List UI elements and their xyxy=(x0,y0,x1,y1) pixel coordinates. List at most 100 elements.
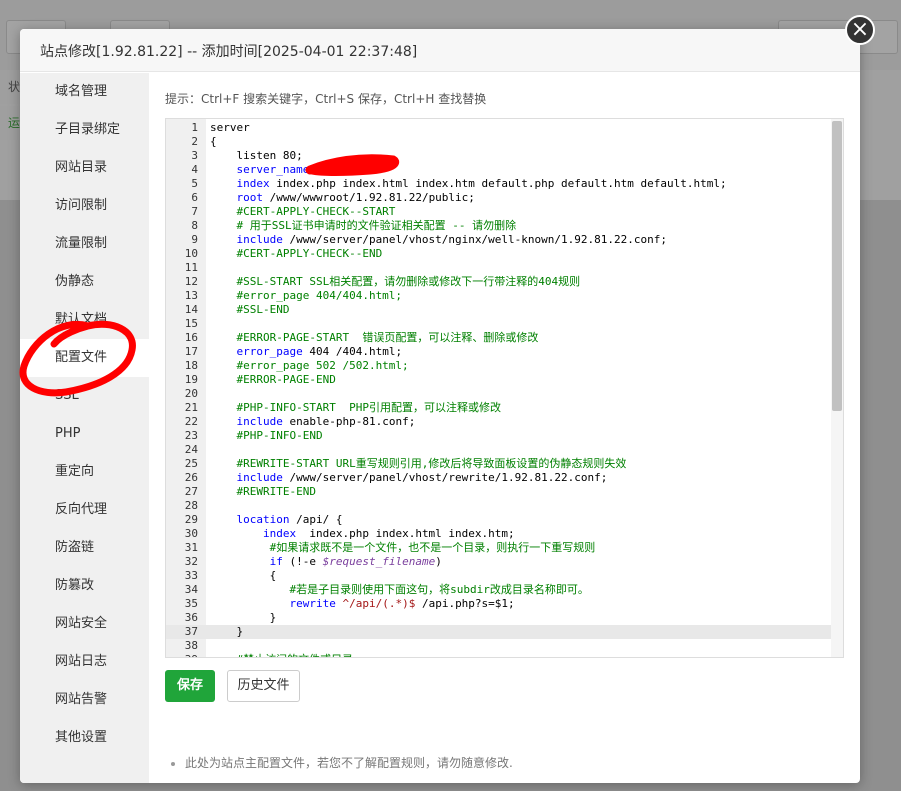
code-text: #SSL-START SSL相关配置，请勿删除或修改下一行带注释的404规则 xyxy=(210,275,581,288)
code-text: #PHP-INFO-END xyxy=(210,429,323,442)
code-line[interactable]: 32 if (!-e $request_filename) xyxy=(166,555,831,569)
code-text: #CERT-APPLY-CHECK--END xyxy=(210,247,383,260)
sidebar-item[interactable]: 流量限制 xyxy=(20,225,149,263)
line-number: 30 xyxy=(184,527,198,540)
code-line[interactable]: 4 server_name xyxy=(166,163,831,177)
close-icon[interactable]: × xyxy=(845,15,875,45)
code-text: #ERROR-PAGE-START 错误页配置，可以注释、删除或修改 xyxy=(210,331,539,344)
code-line[interactable]: 21 #PHP-INFO-START PHP引用配置，可以注释或修改 xyxy=(166,401,831,415)
line-number: 10 xyxy=(184,247,198,260)
sidebar-item[interactable]: SSL xyxy=(20,377,149,415)
background-header-label: 状 xyxy=(0,70,20,104)
code-editor[interactable]: 1 server 2{3 listen 80; 4 server_name 5 ind… xyxy=(165,118,844,658)
code-line[interactable]: 7 #CERT-APPLY-CHECK--START xyxy=(166,205,831,219)
code-line[interactable]: 10 #CERT-APPLY-CHECK--END xyxy=(166,247,831,261)
code-line[interactable]: 5 index index.php index.html index.htm d… xyxy=(166,177,831,191)
code-line[interactable]: 25 #REWRITE-START URL重写规则引用,修改后将导致面板设置的伪… xyxy=(166,457,831,471)
editor-hint: 提示：Ctrl+F 搜索关键字，Ctrl+S 保存，Ctrl+H 查找替换 xyxy=(165,92,487,106)
history-files-button[interactable]: 历史文件 xyxy=(227,670,300,702)
code-line[interactable]: 9 include /www/server/panel/vhost/nginx/… xyxy=(166,233,831,247)
editor-scrollbar[interactable] xyxy=(831,119,843,657)
code-line[interactable]: 35 rewrite ^/api/(.*)$ /api.php?s=$1; xyxy=(166,597,831,611)
sidebar-item[interactable]: 网站安全 xyxy=(20,605,149,643)
line-number: 11 xyxy=(184,261,198,274)
sidebar-item[interactable]: 重定向 xyxy=(20,453,149,491)
code-text: #CERT-APPLY-CHECK--START xyxy=(210,205,396,218)
line-number: 28 xyxy=(184,499,198,512)
sidebar-item[interactable]: 伪静态 xyxy=(20,263,149,301)
code-text: listen 80; xyxy=(210,149,303,162)
code-line[interactable]: 11 xyxy=(166,261,831,275)
code-line[interactable]: 13 #error_page 404/404.html; xyxy=(166,289,831,303)
line-number: 25 xyxy=(184,457,198,470)
sidebar-item[interactable]: 网站告警 xyxy=(20,681,149,719)
sidebar-item[interactable]: 反向代理 xyxy=(20,491,149,529)
background-status-label: 运 xyxy=(0,106,20,140)
code-line[interactable]: 36 } xyxy=(166,611,831,625)
code-text: index index.php index.html index.htm; xyxy=(262,527,515,540)
sidebar-item[interactable]: 网站目录 xyxy=(20,149,149,187)
code-text: if (!-e $request_filename) xyxy=(269,555,442,568)
code-text: #若是子目录则使用下面这句，将subdir改成目录名称即可。 xyxy=(210,583,589,596)
code-line[interactable]: 39 #禁止访问的文件或目录 xyxy=(166,653,831,657)
sidebar-item[interactable]: 防篡改 xyxy=(20,567,149,605)
code-area[interactable]: 1 server 2{3 listen 80; 4 server_name 5 ind… xyxy=(166,121,831,657)
code-line[interactable]: 30 index index.php index.html index.htm; xyxy=(166,527,831,541)
line-number: 9 xyxy=(191,233,198,246)
code-line[interactable]: 14 #SSL-END xyxy=(166,303,831,317)
line-number: 33 xyxy=(184,569,198,582)
code-line[interactable]: 37 } xyxy=(166,625,831,639)
code-line[interactable]: 20 xyxy=(166,387,831,401)
line-number: 12 xyxy=(184,275,198,288)
code-line[interactable]: 24 xyxy=(166,443,831,457)
code-line[interactable]: 29 location /api/ { xyxy=(166,513,831,527)
line-number: 15 xyxy=(184,317,198,330)
code-line[interactable]: 16 #ERROR-PAGE-START 错误页配置，可以注释、删除或修改 xyxy=(166,331,831,345)
sidebar-item[interactable]: 配置文件 xyxy=(20,339,149,377)
code-line[interactable]: 17 error_page 404 /404.html; xyxy=(166,345,831,359)
code-line[interactable]: 6 root /www/wwwroot/1.92.81.22/public; xyxy=(166,191,831,205)
code-line[interactable]: 28 xyxy=(166,499,831,513)
code-line[interactable]: 23 #PHP-INFO-END xyxy=(166,429,831,443)
code-line[interactable]: 12 #SSL-START SSL相关配置，请勿删除或修改下一行带注释的404规… xyxy=(166,275,831,289)
line-number: 24 xyxy=(184,443,198,456)
code-line[interactable]: 34 #若是子目录则使用下面这句，将subdir改成目录名称即可。 xyxy=(166,583,831,597)
code-line[interactable]: 15 xyxy=(166,317,831,331)
code-line[interactable]: 2{ xyxy=(166,135,831,149)
sidebar-item[interactable]: 其他设置 xyxy=(20,719,149,757)
save-button[interactable]: 保存 xyxy=(165,670,215,702)
line-number: 5 xyxy=(191,177,198,190)
line-number: 34 xyxy=(184,583,198,596)
sidebar-item[interactable]: PHP xyxy=(20,415,149,453)
code-text: server_name xyxy=(236,163,310,176)
line-number: 26 xyxy=(184,471,198,484)
editor-scrollbar-thumb[interactable] xyxy=(832,121,842,411)
sidebar-item[interactable]: 子目录绑定 xyxy=(20,111,149,149)
line-number: 8 xyxy=(191,219,198,232)
code-line[interactable]: 1 server xyxy=(166,121,831,135)
sidebar-item[interactable]: 域名管理 xyxy=(20,73,149,111)
line-number: 4 xyxy=(191,163,198,176)
sidebar-item[interactable]: 防盗链 xyxy=(20,529,149,567)
code-text: rewrite ^/api/(.*)$ /api.php?s=$1; xyxy=(289,597,515,610)
code-text: include /www/server/panel/vhost/rewrite/… xyxy=(236,471,608,484)
sidebar-item[interactable]: 访问限制 xyxy=(20,187,149,225)
code-line[interactable]: 33 { xyxy=(166,569,831,583)
code-line[interactable]: 18 #error_page 502 /502.html; xyxy=(166,359,831,373)
code-line[interactable]: 38 xyxy=(166,639,831,653)
code-line[interactable]: 31 #如果请求既不是一个文件，也不是一个目录，则执行一下重写规则 xyxy=(166,541,831,555)
code-line[interactable]: 3 listen 80; xyxy=(166,149,831,163)
line-number: 2 xyxy=(191,135,198,148)
line-number: 19 xyxy=(184,373,198,386)
code-line[interactable]: 19 #ERROR-PAGE-END xyxy=(166,373,831,387)
code-text: include enable-php-81.conf; xyxy=(236,415,416,428)
code-line[interactable]: 26 include /www/server/panel/vhost/rewri… xyxy=(166,471,831,485)
sidebar-item[interactable]: 默认文档 xyxy=(20,301,149,339)
code-line[interactable]: 22 include enable-php-81.conf; xyxy=(166,415,831,429)
line-number: 20 xyxy=(184,387,198,400)
code-line[interactable]: 27 #REWRITE-END xyxy=(166,485,831,499)
site-edit-dialog: 站点修改[1.92.81.22] -- 添加时间[2025-04-01 22:3… xyxy=(20,29,860,783)
sidebar-item[interactable]: 网站日志 xyxy=(20,643,149,681)
code-text: # 用于SSL证书申请时的文件验证相关配置 -- 请勿删除 xyxy=(210,219,517,232)
code-line[interactable]: 8 # 用于SSL证书申请时的文件验证相关配置 -- 请勿删除 xyxy=(166,219,831,233)
